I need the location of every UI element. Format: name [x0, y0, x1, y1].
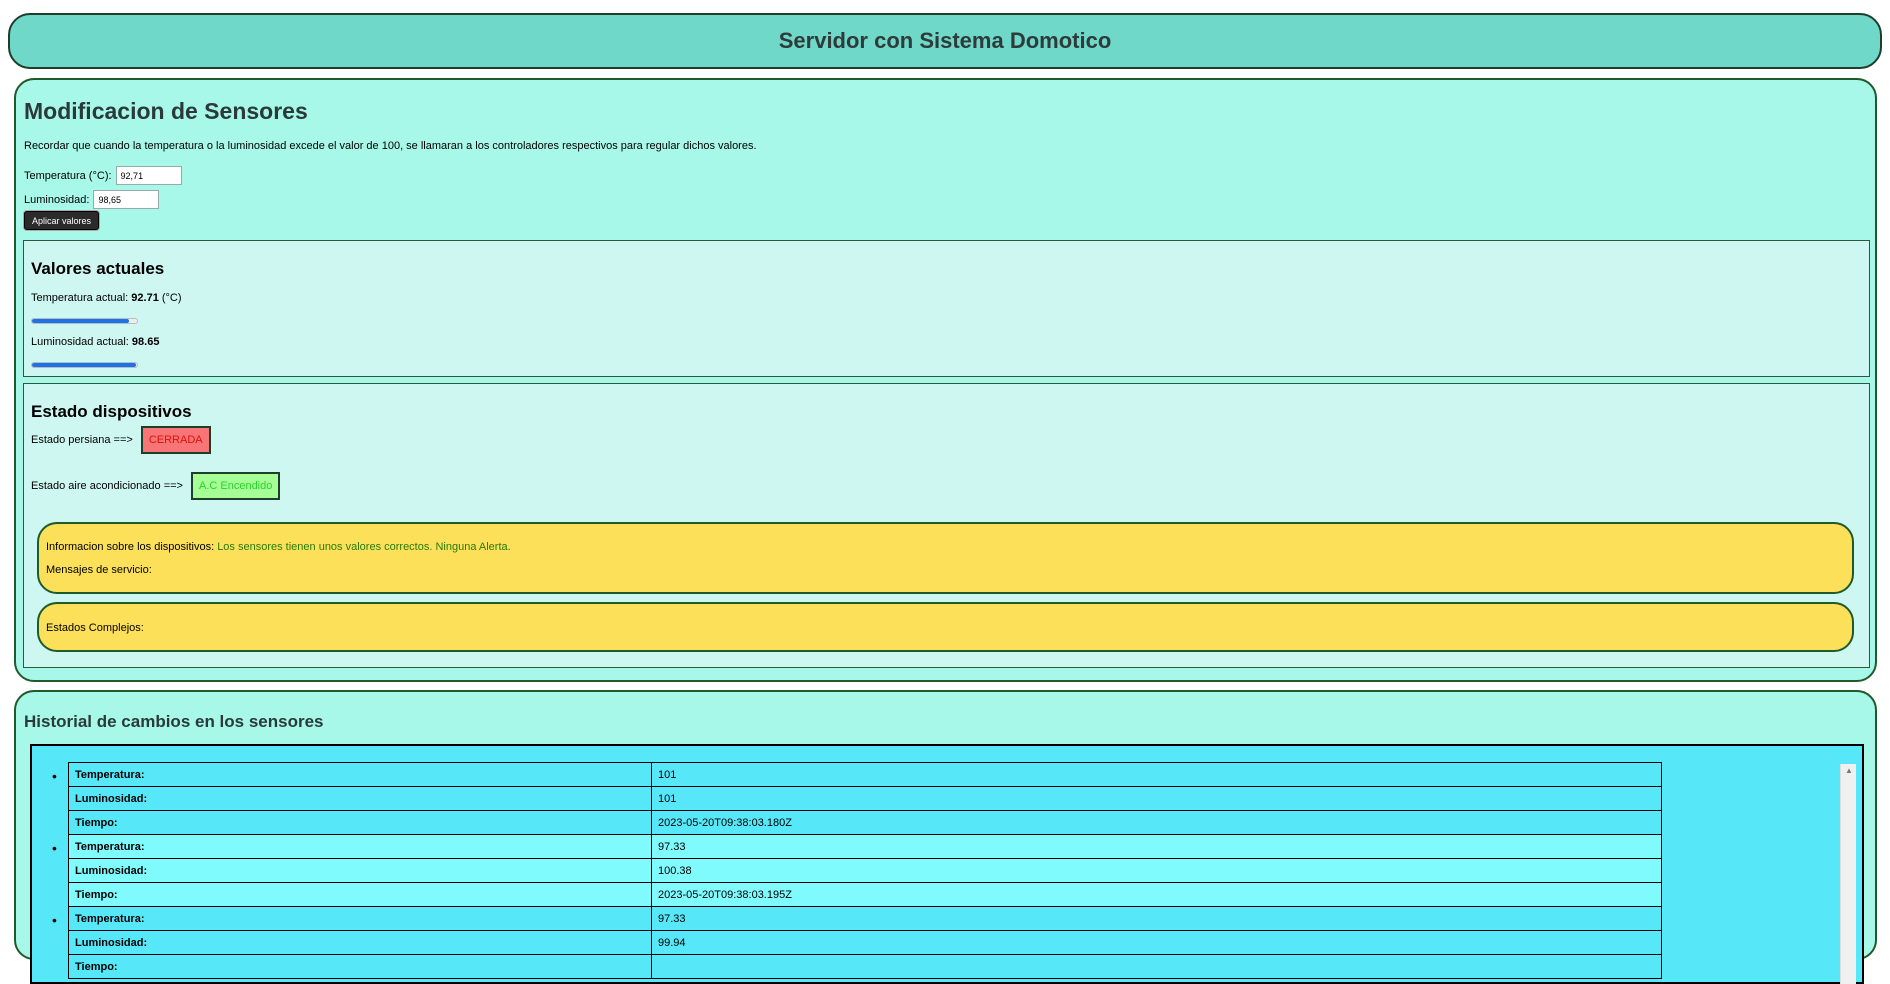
device-info-text: Los sensores tienen unos valores correct…: [217, 541, 511, 553]
history-entry: Temperatura: 97.33 Luminosidad: 100.38 Tie…: [68, 834, 1662, 907]
current-values-title: Valores actuales: [31, 259, 165, 278]
blind-status-row: Estado persiana ==> CERRADA: [31, 426, 211, 454]
time-cell: [651, 954, 1662, 979]
history-entry: Temperatura: 97.33 Luminosidad: 99.94 Tiem…: [68, 906, 1662, 979]
table-row: Luminosidad: 101: [68, 786, 1662, 811]
temperature-progress: [31, 318, 138, 324]
blind-status-label: Estado persiana ==>: [31, 434, 133, 446]
history-list[interactable]: ▲ • Temperatura: 101 Luminosidad: 101 Tiem…: [30, 744, 1864, 984]
device-status-title: Estado dispositivos: [31, 402, 192, 421]
time-cell: 2023-05-20T09:38:03.180Z: [651, 810, 1662, 835]
device-info-line: Informacion sobre los dispositivos: Los …: [46, 541, 511, 553]
table-row: Tiempo: 2023-05-20T09:38:03.180Z: [68, 810, 1662, 835]
luminosity-cell: 99.94: [651, 930, 1662, 955]
luminosity-row: Luminosidad:: [24, 190, 160, 209]
table-row: Luminosidad: 99.94: [68, 930, 1662, 955]
current-temperature: Temperatura actual: 92.71 (°C): [31, 292, 182, 304]
ac-status-badge: A.C Encendido: [190, 472, 281, 500]
sensors-panel: Modificacion de Sensores Recordar que cu…: [14, 78, 1877, 682]
complex-states-label: Estados Complejos:: [46, 622, 144, 634]
list-bullet: •: [52, 840, 57, 856]
device-info-label: Informacion sobre los dispositivos:: [46, 541, 218, 553]
table-row: Temperatura: 97.33: [68, 906, 1662, 931]
luminosity-cell: 101: [651, 786, 1662, 811]
blind-status-badge: CERRADA: [140, 426, 211, 454]
luminosity-key: Luminosidad:: [68, 930, 652, 955]
list-bullet: •: [52, 912, 57, 928]
table-row: Luminosidad: 100.38: [68, 858, 1662, 883]
device-info-box: Informacion sobre los dispositivos: Los …: [37, 522, 1854, 594]
current-temperature-label: Temperatura actual:: [31, 292, 132, 304]
luminosity-progress: [31, 362, 138, 368]
service-messages-label: Mensajes de servicio:: [46, 564, 152, 576]
time-key: Tiempo:: [68, 954, 652, 979]
current-temperature-unit: (°C): [158, 292, 182, 304]
ac-status-row: Estado aire acondicionado ==> A.C Encend…: [31, 472, 281, 500]
temperature-input[interactable]: [115, 166, 182, 185]
scroll-up-icon[interactable]: ▲: [1841, 766, 1857, 775]
complex-states-box: Estados Complejos:: [37, 602, 1854, 652]
luminosity-progress-fill: [32, 363, 136, 367]
header: Servidor con Sistema Domotico: [8, 13, 1882, 69]
temperature-label: Temperatura (°C):: [24, 169, 112, 182]
ac-status-label: Estado aire acondicionado ==>: [31, 480, 183, 492]
temperature-cell: 97.33: [651, 834, 1662, 859]
time-key: Tiempo:: [68, 882, 652, 907]
device-status-box: Estado dispositivos Estado persiana ==> …: [23, 383, 1870, 668]
luminosity-key: Luminosidad:: [68, 786, 652, 811]
luminosity-input[interactable]: [93, 190, 160, 209]
temperature-cell: 101: [651, 762, 1662, 787]
current-luminosity-label: Luminosidad actual:: [31, 336, 132, 348]
table-row: Tiempo: 2023-05-20T09:38:03.195Z: [68, 882, 1662, 907]
history-panel: Historial de cambios en los sensores ▲ •…: [14, 690, 1877, 984]
temperature-cell: 97.33: [651, 906, 1662, 931]
time-cell: 2023-05-20T09:38:03.195Z: [651, 882, 1662, 907]
history-scrollbar[interactable]: ▲: [1840, 764, 1856, 984]
luminosity-cell: 100.38: [651, 858, 1662, 883]
table-row: Tiempo:: [68, 954, 1662, 979]
list-bullet: •: [52, 768, 57, 784]
time-key: Tiempo:: [68, 810, 652, 835]
current-values-box: Valores actuales Temperatura actual: 92.…: [23, 240, 1870, 377]
table-row: Temperatura: 101: [68, 762, 1662, 787]
temperature-key: Temperatura:: [68, 834, 652, 859]
temperature-progress-fill: [32, 319, 130, 323]
page-title: Servidor con Sistema Domotico: [778, 28, 1112, 53]
apply-values-button[interactable]: Aplicar valores: [24, 211, 100, 230]
table-row: Temperatura: 97.33: [68, 834, 1662, 859]
luminosity-label: Luminosidad:: [24, 193, 90, 206]
current-luminosity-value: 98.65: [131, 336, 160, 348]
luminosity-key: Luminosidad:: [68, 858, 652, 883]
current-luminosity: Luminosidad actual: 98.65: [31, 336, 159, 348]
current-temperature-value: 92.71: [131, 292, 159, 304]
history-entry: Temperatura: 101 Luminosidad: 101 Tiempo: 2…: [68, 762, 1662, 835]
temperature-key: Temperatura:: [68, 762, 652, 787]
temperature-key: Temperatura:: [68, 906, 652, 931]
sensors-title: Modificacion de Sensores: [24, 98, 308, 124]
sensors-note: Recordar que cuando la temperatura o la …: [24, 140, 757, 152]
history-title: Historial de cambios en los sensores: [24, 712, 324, 731]
temperature-row: Temperatura (°C):: [24, 166, 182, 185]
